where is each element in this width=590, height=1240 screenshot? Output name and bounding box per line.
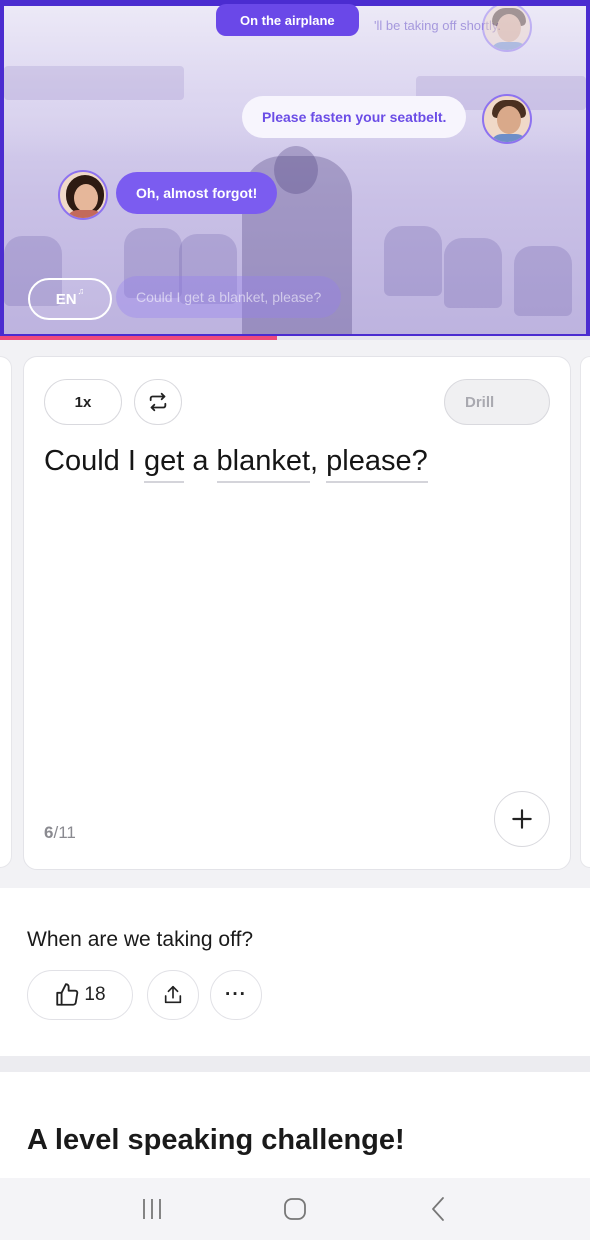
speed-button[interactable]: 1x [44,379,122,425]
like-button[interactable]: 18 [27,970,133,1020]
man-avatar-faded [482,6,532,52]
scene-panel: 'll be taking off shortly. Please fasten… [0,0,590,338]
system-navigation-bar [0,1178,590,1240]
lesson-progress-bar [0,336,590,340]
share-button[interactable] [147,970,199,1020]
phrase-card: 1x Drill Could I get a blanket, please? … [23,356,571,870]
scene-video[interactable]: 'll be taking off shortly. Please fasten… [4,6,586,334]
overhead-bin [4,66,184,100]
language-toggle-button[interactable]: EN ♫ [28,278,112,320]
card-counter: 6/11 [44,823,76,843]
sentence-word-highlighted[interactable]: please? [326,445,428,483]
man-avatar [482,94,532,144]
share-icon [164,985,182,1004]
sentence-word: , [310,445,327,477]
add-phrase-button[interactable] [494,791,550,847]
language-label: EN [55,290,77,308]
woman-avatar [58,170,108,220]
challenge-title: A level speaking challenge! [27,1124,405,1156]
home-icon [284,1198,306,1220]
dialogue-bubble-woman[interactable]: Oh, almost forgot! [116,172,278,214]
next-card-peek[interactable] [580,356,590,868]
sentence-word-highlighted[interactable]: blanket [216,445,311,483]
like-count: 18 [84,984,106,1005]
challenge-section: A level speaking challenge! [0,1072,590,1178]
dialogue-bubble-next: Could I get a blanket, please? [116,276,342,318]
dialogue-bubble-man[interactable]: Please fasten your seatbelt. [242,96,467,138]
repeat-button[interactable] [134,379,182,425]
back-button[interactable] [408,1184,468,1234]
back-icon [432,1197,445,1221]
previous-card-peek[interactable] [0,356,12,868]
drill-label: Drill [465,393,495,411]
seat [384,226,442,296]
thumbs-up-icon [56,983,79,1006]
sentence-word: a [184,445,217,477]
drill-toggle[interactable]: Drill [444,379,550,425]
recents-icon [142,1199,161,1219]
audio-note-icon: ♫ [77,286,85,296]
scene-title: On the airplane [216,4,359,36]
sentence-word: Could I [44,445,144,477]
plus-icon [512,809,532,829]
question-text: When are we taking off? [27,928,254,951]
card-counter-total: /11 [53,823,76,842]
question-section: When are we taking off? 18 ··· [0,888,590,1056]
drill-toggle-knob [507,382,547,422]
seat [444,238,502,308]
sentence-word-highlighted[interactable]: get [143,445,185,483]
more-options-button[interactable]: ··· [210,970,262,1020]
seat [514,246,572,316]
phrase-sentence: Could I get a blanket, please? [44,445,428,483]
repeat-icon [149,392,167,412]
recents-button[interactable] [122,1184,182,1234]
home-button[interactable] [265,1184,325,1234]
lesson-progress-fill [0,336,278,340]
section-divider [0,1056,590,1072]
